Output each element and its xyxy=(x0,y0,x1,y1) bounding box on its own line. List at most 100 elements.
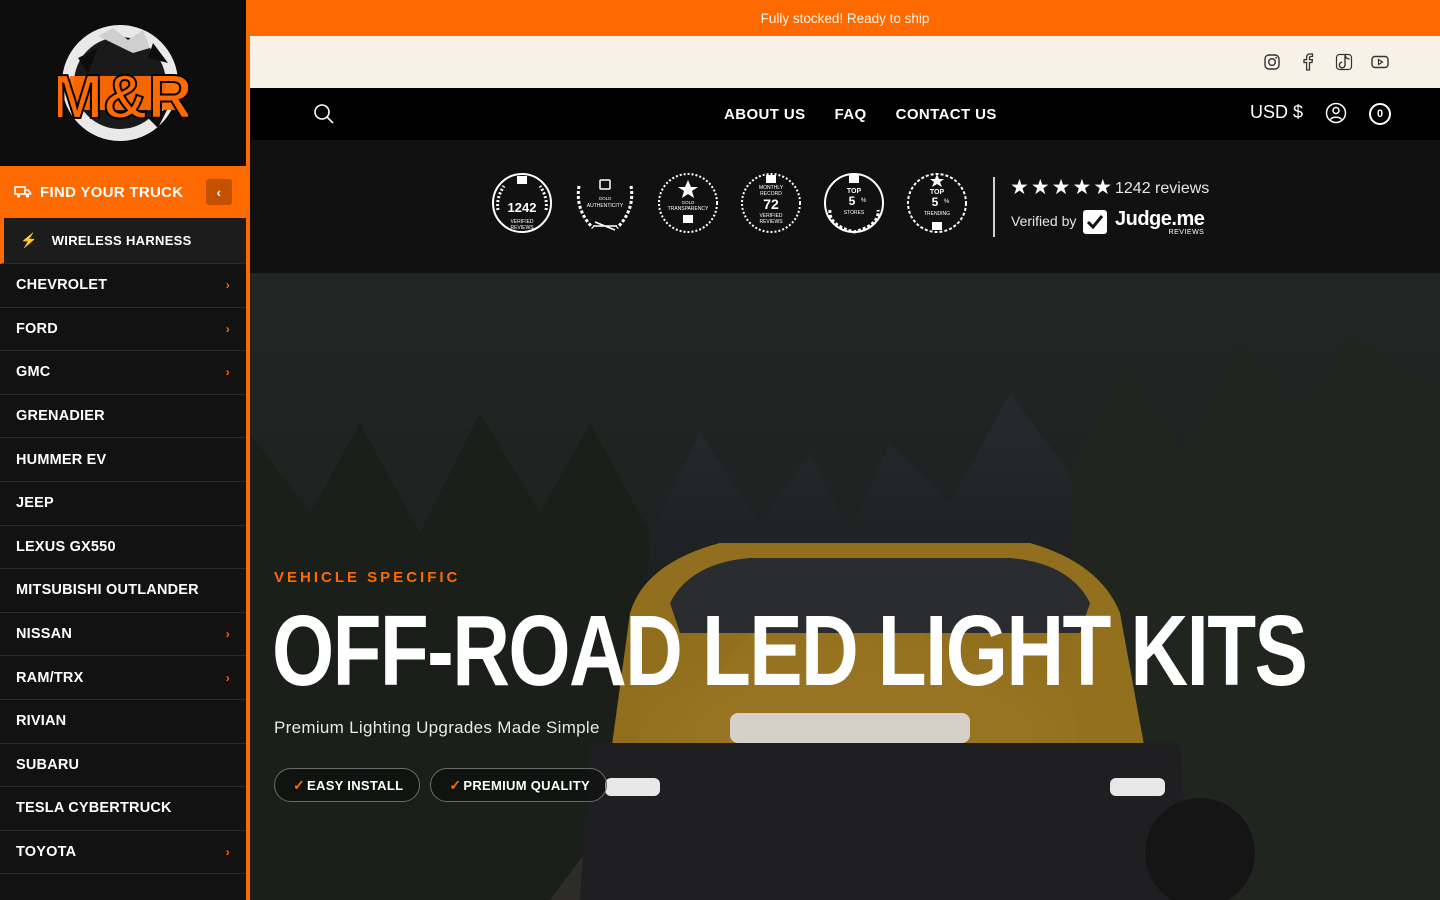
sidebar-item-lexus-gx550[interactable]: LEXUS GX550 xyxy=(0,526,246,570)
main-navigation: ABOUT US FAQ CONTACT US USD $ 0 xyxy=(250,88,1440,140)
star-icon: ★ xyxy=(1030,176,1050,199)
sidebar-item-label: JEEP xyxy=(16,495,54,512)
badge-monthly-record[interactable]: MONTHLY RECORD 72 VERIFIED REVIEWS xyxy=(739,170,803,236)
badge-number: 5 xyxy=(849,194,856,208)
verified-by-label: Verified by xyxy=(1011,213,1077,229)
sidebar-item-wireless-harness[interactable]: ⚡ WIRELESS HARNESS xyxy=(0,218,246,264)
svg-text:%: % xyxy=(944,199,950,205)
vehicle-list: CHEVROLET › FORD › GMC › GRENADIER HUMMER EV JEE… xyxy=(0,264,246,875)
cart-button[interactable]: 0 xyxy=(1369,103,1391,125)
social-bar xyxy=(250,36,1440,88)
badge-verified-reviews[interactable]: 1242 VERIFIED REVIEWS xyxy=(490,170,554,236)
pill-premium-quality: ✓ PREMIUM QUALITY xyxy=(430,768,607,802)
chevron-right-icon: › xyxy=(225,627,230,642)
divider xyxy=(993,177,995,237)
sidebar: M&R FIND YOUR TRUCK ‹ ⚡ WIRELESS HARNESS… xyxy=(0,0,250,900)
sidebar-item-label: TESLA CYBERTRUCK xyxy=(16,800,172,817)
sidebar-item-label: TOYOTA xyxy=(16,844,77,861)
badge-top-stores[interactable]: TOP 5 % STORES xyxy=(822,170,886,236)
svg-text:TRANSPARENCY: TRANSPARENCY xyxy=(668,206,709,212)
feature-pills: ✓ EASY INSTALL ✓ PREMIUM QUALITY xyxy=(274,768,607,802)
svg-text:REVIEWS: REVIEWS xyxy=(759,219,783,225)
sidebar-item-chevrolet[interactable]: CHEVROLET › xyxy=(0,264,246,308)
sidebar-item-label: GRENADIER xyxy=(16,408,105,425)
sidebar-item-hummer-ev[interactable]: HUMMER EV xyxy=(0,438,246,482)
hero-banner: VEHICLE SPECIFIC OFF-ROAD LED LIGHT KITS… xyxy=(250,273,1440,900)
hero-subtitle: Premium Lighting Upgrades Made Simple xyxy=(274,718,600,737)
sidebar-item-ford[interactable]: FORD › xyxy=(0,308,246,352)
star-icon: ★ xyxy=(1010,176,1029,199)
sidebar-item-label: RAM/TRX xyxy=(16,669,84,686)
svg-text:STORES: STORES xyxy=(844,210,865,216)
judgeme-name: Judge.me xyxy=(1115,207,1205,230)
sidebar-item-label: MITSUBISHI OUTLANDER xyxy=(16,582,199,599)
find-your-truck-label: FIND YOUR TRUCK xyxy=(40,183,184,201)
pill-label: PREMIUM QUALITY xyxy=(463,777,590,793)
youtube-icon[interactable] xyxy=(1370,52,1390,72)
announcement-text: Fully stocked! Ready to ship xyxy=(760,10,930,26)
sidebar-item-label: SUBARU xyxy=(16,756,80,773)
pill-label: EASY INSTALL xyxy=(307,777,404,793)
find-your-truck-header[interactable]: FIND YOUR TRUCK ‹ xyxy=(0,166,246,218)
pill-easy-install: ✓ EASY INSTALL xyxy=(274,768,421,802)
nav-link-faq[interactable]: FAQ xyxy=(835,106,867,123)
account-icon[interactable] xyxy=(1325,102,1347,124)
badge-number: 1242 xyxy=(508,200,537,215)
truck-icon xyxy=(14,186,32,198)
hero-eyebrow: VEHICLE SPECIFIC xyxy=(274,569,461,586)
instagram-icon[interactable] xyxy=(1262,52,1282,72)
brand-logo[interactable]: M&R xyxy=(50,18,194,148)
hero-truck-image xyxy=(250,273,1440,900)
chevron-right-icon: › xyxy=(225,670,230,685)
badge-number: 5 xyxy=(932,195,939,209)
svg-text:AUTHENTICITY: AUTHENTICITY xyxy=(587,203,624,209)
star-icon: ★ xyxy=(1093,176,1113,199)
badge-top-trending[interactable]: TOP 5 % TRENDING xyxy=(905,170,969,236)
sidebar-item-label: NISSAN xyxy=(16,626,72,643)
announcement-bar: Fully stocked! Ready to ship xyxy=(250,0,1440,36)
svg-text:REVIEWS: REVIEWS xyxy=(510,225,534,231)
chevron-right-icon: › xyxy=(225,278,230,293)
sidebar-item-subaru[interactable]: SUBARU xyxy=(0,744,246,788)
sidebar-item-label: LEXUS GX550 xyxy=(16,538,116,555)
sidebar-item-tesla-cybertruck[interactable]: TESLA CYBERTRUCK xyxy=(0,787,246,831)
checkmark-icon: ✓ xyxy=(449,776,462,793)
sidebar-item-grenadier[interactable]: GRENADIER xyxy=(0,395,246,439)
nav-link-about-us[interactable]: ABOUT US xyxy=(724,106,806,123)
hero-title: OFF-ROAD LED LIGHT KITS xyxy=(272,595,1308,707)
badge-number: 72 xyxy=(763,196,779,212)
badge-gold-transparency[interactable]: GOLD TRANSPARENCY xyxy=(656,170,720,236)
chevron-right-icon: › xyxy=(225,365,230,380)
sidebar-item-toyota[interactable]: TOYOTA › xyxy=(0,831,246,875)
sidebar-item-ram-trx[interactable]: RAM/TRX › xyxy=(0,656,246,700)
nav-link-contact-us[interactable]: CONTACT US xyxy=(896,106,997,123)
sidebar-item-label: FORD xyxy=(16,320,58,337)
sidebar-item-label: RIVIAN xyxy=(16,713,67,730)
judgeme-sub: REVIEWS xyxy=(1168,229,1205,236)
badge-gold-authenticity[interactable]: GOLD AUTHENTICITY xyxy=(573,170,637,236)
star-icon: ★ xyxy=(1072,176,1092,199)
chevron-right-icon: › xyxy=(225,321,230,336)
svg-text:GOLD: GOLD xyxy=(682,200,696,205)
star-icon: ★ xyxy=(1051,176,1071,199)
sidebar-item-rivian[interactable]: RIVIAN xyxy=(0,700,246,744)
chevron-right-icon: › xyxy=(225,845,230,860)
tiktok-icon[interactable] xyxy=(1334,52,1354,72)
sidebar-item-nissan[interactable]: NISSAN › xyxy=(0,613,246,657)
logo-area: M&R xyxy=(0,0,246,166)
svg-text:M&R: M&R xyxy=(58,63,188,132)
checkmark-icon: ✓ xyxy=(293,776,306,793)
sidebar-item-label: CHEVROLET xyxy=(16,277,108,294)
judgeme-logo[interactable]: Judge.me REVIEWS xyxy=(1083,207,1205,236)
rating-stars: ★ ★ ★ ★ ★ xyxy=(1010,176,1112,200)
review-count[interactable]: 1242 reviews xyxy=(1115,180,1209,198)
svg-text:%: % xyxy=(861,198,867,204)
sidebar-item-gmc[interactable]: GMC › xyxy=(0,351,246,395)
collapse-sidebar-button[interactable]: ‹ xyxy=(206,179,232,205)
sidebar-item-mitsubishi-outlander[interactable]: MITSUBISHI OUTLANDER xyxy=(0,569,246,613)
facebook-icon[interactable] xyxy=(1298,52,1318,72)
search-icon[interactable] xyxy=(312,102,336,126)
sidebar-item-jeep[interactable]: JEEP xyxy=(0,482,246,526)
currency-selector[interactable]: USD $ xyxy=(1250,102,1303,123)
chevron-left-icon: ‹ xyxy=(216,184,222,200)
